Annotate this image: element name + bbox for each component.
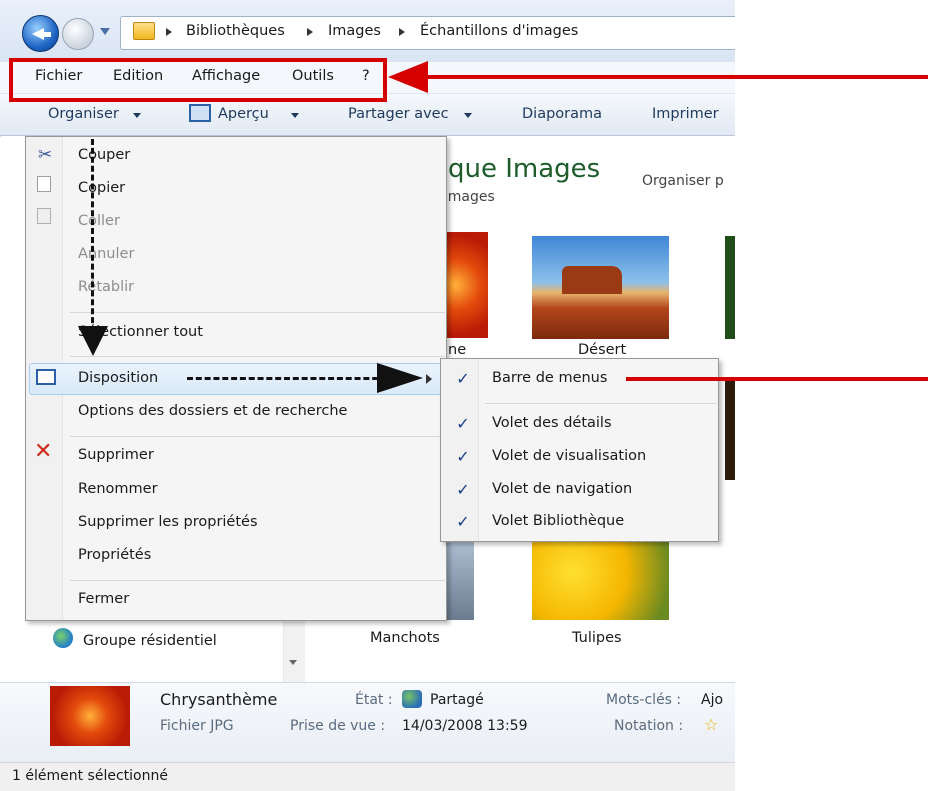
shared-users-icon xyxy=(402,690,422,708)
menu-item-couper[interactable]: Couper xyxy=(78,147,130,163)
submenu-item-volet-visualisation[interactable]: Volet de visualisation xyxy=(492,448,646,464)
folder-icon xyxy=(133,22,155,40)
details-notation-label: Notation : xyxy=(614,718,684,734)
partager-chevron-icon[interactable] xyxy=(464,113,472,118)
menu-item-supprimer[interactable]: Supprimer xyxy=(78,447,154,463)
annotation-dashed-arrow-vertical xyxy=(91,139,94,332)
breadcrumb-images[interactable]: Images xyxy=(328,23,381,39)
annotation-dashed-arrowhead-right xyxy=(377,363,423,393)
details-thumbnail xyxy=(50,686,130,746)
menu-item-copier[interactable]: Copier xyxy=(78,180,125,196)
forward-arrow-icon[interactable] xyxy=(62,18,94,50)
submenu-separator xyxy=(485,403,717,404)
annotation-red-arrow-line xyxy=(426,75,928,79)
menu-item-supprimer-proprietes[interactable]: Supprimer les propriétés xyxy=(78,514,258,530)
menu-item-disposition[interactable]: Disposition xyxy=(78,370,158,386)
submenu-item-volet-details[interactable]: Volet des détails xyxy=(492,415,612,431)
caption-tulipes: Tulipes xyxy=(572,630,622,646)
menu-item-renommer[interactable]: Renommer xyxy=(78,481,158,497)
details-etat-value: Partagé xyxy=(430,692,484,708)
caption-manchots: Manchots xyxy=(370,630,440,646)
back-arrow-icon[interactable] xyxy=(22,15,59,52)
breadcrumb-bibliotheques[interactable]: Bibliothèques xyxy=(186,23,285,39)
organiser-button[interactable]: Organiser xyxy=(48,106,119,122)
checkmark-icon: ✓ xyxy=(456,480,470,499)
arrange-by-link[interactable]: Organiser p xyxy=(642,173,724,189)
thumbnail-tulipes[interactable] xyxy=(532,540,669,620)
submenu-item-volet-navigation[interactable]: Volet de navigation xyxy=(492,481,632,497)
thumbnail-partial[interactable] xyxy=(725,380,735,480)
screenshot-root: Bibliothèques Images Échantillons d'imag… xyxy=(0,0,928,791)
menu-separator xyxy=(70,436,445,437)
library-title: que Images xyxy=(448,154,601,184)
library-subtitle: 'images xyxy=(440,189,495,205)
scissors-icon: ✂ xyxy=(38,145,53,165)
details-filename: Chrysanthème xyxy=(160,690,278,709)
scroll-down-arrow-icon[interactable] xyxy=(289,660,297,665)
layout-icon xyxy=(36,369,56,385)
checkmark-icon: ✓ xyxy=(456,447,470,466)
menu-item-coller: Coller xyxy=(78,213,120,229)
delete-x-icon: ✕ xyxy=(34,439,53,464)
menu-separator xyxy=(70,312,445,313)
details-prise-value: 14/03/2008 13:59 xyxy=(402,718,528,734)
details-prise-label: Prise de vue : xyxy=(290,718,386,734)
annotation-menubar-highlight xyxy=(9,58,387,102)
checkmark-icon: ✓ xyxy=(456,512,470,531)
rating-star-icon[interactable]: ☆ xyxy=(704,715,718,734)
caption-desert: Désert xyxy=(578,342,627,358)
details-mots-label: Mots-clés : xyxy=(606,692,682,708)
breadcrumb-arrow-icon[interactable] xyxy=(166,28,172,36)
annotation-red-pointer-line xyxy=(626,377,928,381)
submenu-item-barre-de-menus[interactable]: Barre de menus xyxy=(492,370,607,386)
annotation-dashed-arrow-horizontal xyxy=(187,377,387,380)
preview-icon xyxy=(189,104,211,122)
annotation-red-arrowhead xyxy=(388,61,428,93)
partager-button[interactable]: Partager avec xyxy=(348,106,449,122)
checkmark-icon: ✓ xyxy=(456,369,470,388)
checkmark-icon: ✓ xyxy=(456,414,470,433)
recent-pages-chevron-icon[interactable] xyxy=(100,28,110,35)
submenu-item-volet-bibliotheque[interactable]: Volet Bibliothèque xyxy=(492,513,624,529)
paste-icon xyxy=(37,208,51,224)
breadcrumb-arrow-icon[interactable] xyxy=(307,28,313,36)
menu-separator xyxy=(70,356,445,357)
homegroup-icon xyxy=(53,628,73,648)
thumbnail-desert[interactable] xyxy=(532,236,669,339)
organiser-chevron-icon[interactable] xyxy=(133,113,141,118)
caption-chrysantheme: ne xyxy=(448,342,467,358)
apercu-chevron-icon[interactable] xyxy=(291,113,299,118)
breadcrumb-echantillons[interactable]: Échantillons d'images xyxy=(420,23,578,39)
menu-item-retablir: Rétablir xyxy=(78,279,135,295)
details-mots-value[interactable]: Ajo xyxy=(701,692,723,708)
thumbnail-chrysantheme[interactable] xyxy=(442,232,488,338)
menu-item-fermer[interactable]: Fermer xyxy=(78,591,129,607)
menu-item-options[interactable]: Options des dossiers et de recherche xyxy=(78,403,347,419)
status-text: 1 élément sélectionné xyxy=(12,768,168,784)
menu-item-proprietes[interactable]: Propriétés xyxy=(78,547,151,563)
thumbnail-partial[interactable] xyxy=(725,236,735,339)
imprimer-button[interactable]: Imprimer xyxy=(652,106,719,122)
menu-item-annuler: Annuler xyxy=(78,246,135,262)
nav-item-groupe-residentiel[interactable]: Groupe résidentiel xyxy=(83,633,217,649)
submenu-arrow-icon xyxy=(426,374,432,384)
diaporama-button[interactable]: Diaporama xyxy=(522,106,602,122)
apercu-button[interactable]: Aperçu xyxy=(218,106,269,122)
annotation-dashed-arrowhead-down xyxy=(78,326,108,356)
copy-icon xyxy=(37,176,51,192)
menu-separator xyxy=(70,580,445,581)
details-etat-label: État : xyxy=(355,692,393,708)
details-filetype: Fichier JPG xyxy=(160,718,234,734)
breadcrumb-arrow-icon[interactable] xyxy=(399,28,405,36)
